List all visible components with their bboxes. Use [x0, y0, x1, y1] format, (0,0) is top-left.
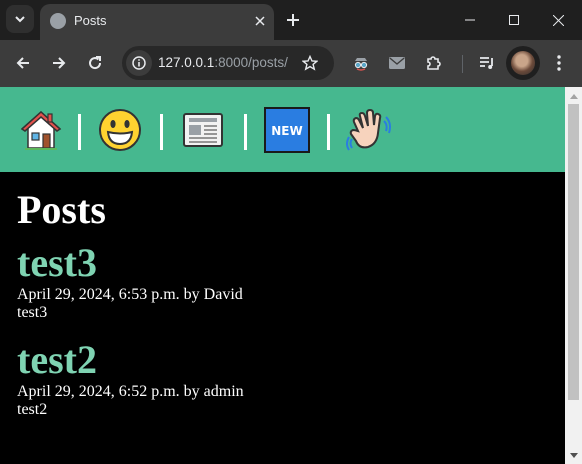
main-content: Posts test3 April 29, 2024, 6:53 p.m. by…: [17, 187, 557, 419]
grinning-face-icon: [99, 109, 141, 151]
post-body: test2: [17, 401, 48, 418]
arrow-right-icon: [53, 57, 66, 69]
playlist-icon: [480, 57, 493, 69]
tab-close-button[interactable]: [250, 11, 270, 31]
mail-extension-button[interactable]: [386, 52, 408, 74]
new-badge-icon: NEW: [264, 107, 310, 153]
forward-button[interactable]: [48, 52, 70, 74]
puzzle-icon: [427, 56, 441, 70]
triangle-down-icon: [569, 452, 578, 458]
minimize-button[interactable]: [448, 0, 492, 40]
incognito-extension-button[interactable]: [350, 52, 372, 74]
spy-icon: [354, 58, 368, 71]
close-icon: [552, 14, 564, 26]
media-controls-button[interactable]: [476, 52, 498, 74]
post-item: test2 April 29, 2024, 6:52 p.m. by admin…: [17, 337, 557, 419]
url-path: :8000/posts/: [214, 55, 288, 70]
scroll-up-button[interactable]: [565, 87, 582, 104]
toolbar-divider: [462, 55, 463, 73]
back-button[interactable]: [12, 52, 34, 74]
nav-news-link[interactable]: [180, 107, 226, 153]
star-icon: [302, 55, 318, 71]
minimize-icon: [465, 19, 475, 21]
chrome-menu-button[interactable]: [548, 52, 570, 74]
arrow-left-icon: [16, 57, 29, 69]
nav-wave-link[interactable]: [346, 107, 392, 153]
post-meta: April 29, 2024, 6:52 p.m. by admin: [17, 383, 244, 400]
nav-separator: [160, 114, 163, 150]
maximize-button[interactable]: [492, 0, 536, 40]
page-scrollbar[interactable]: [565, 87, 582, 464]
plus-icon: [287, 14, 299, 26]
chevron-down-icon: [15, 16, 25, 23]
bookmark-button[interactable]: [300, 53, 320, 73]
nav-separator: [244, 114, 247, 150]
active-tab[interactable]: Posts: [40, 4, 274, 40]
close-icon: [255, 16, 265, 26]
post-meta: April 29, 2024, 6:53 p.m. by David: [17, 286, 243, 303]
site-nav: NEW: [0, 87, 565, 172]
waving-hand-icon: [346, 108, 391, 151]
url-text[interactable]: 127.0.0.1:8000/posts/: [158, 55, 288, 70]
browser-toolbar: 127.0.0.1:8000/posts/: [0, 40, 582, 87]
post-title-link[interactable]: test2: [17, 337, 557, 383]
nav-home-link[interactable]: [18, 107, 64, 153]
post-title-link[interactable]: test3: [17, 240, 557, 286]
globe-icon: [50, 13, 66, 29]
nav-separator: [327, 114, 330, 150]
profile-button[interactable]: [506, 46, 540, 80]
house-icon: [20, 110, 62, 150]
reload-button[interactable]: [84, 52, 106, 74]
new-badge-label: NEW: [271, 124, 302, 138]
mail-icon: [389, 57, 405, 69]
nav-separator: [78, 114, 81, 150]
scroll-down-button[interactable]: [565, 447, 582, 464]
avatar: [511, 51, 535, 75]
kebab-menu-icon: [557, 55, 561, 71]
new-tab-button[interactable]: [282, 9, 304, 31]
page-title: Posts: [17, 187, 106, 232]
extensions-button[interactable]: [422, 52, 444, 74]
tab-strip: Posts: [0, 0, 582, 40]
tab-search-button[interactable]: [6, 5, 34, 33]
nav-smiley-link[interactable]: [97, 107, 143, 153]
maximize-icon: [509, 15, 519, 25]
post-item: test3 April 29, 2024, 6:53 p.m. by David…: [17, 240, 557, 322]
page-viewport: NEW Posts test3 April 29, 2024, 6:53 p.m…: [0, 87, 565, 464]
nav-new-link[interactable]: NEW: [264, 107, 310, 153]
site-info-button[interactable]: [126, 50, 152, 76]
tab-title: Posts: [74, 13, 107, 28]
info-icon: [132, 56, 146, 70]
scroll-thumb[interactable]: [568, 104, 579, 400]
close-window-button[interactable]: [536, 0, 580, 40]
triangle-up-icon: [569, 93, 578, 99]
newspaper-icon: [183, 113, 223, 147]
address-bar[interactable]: 127.0.0.1:8000/posts/: [122, 46, 334, 80]
url-host: 127.0.0.1: [158, 55, 215, 70]
post-body: test3: [17, 304, 48, 321]
reload-icon: [89, 56, 102, 70]
